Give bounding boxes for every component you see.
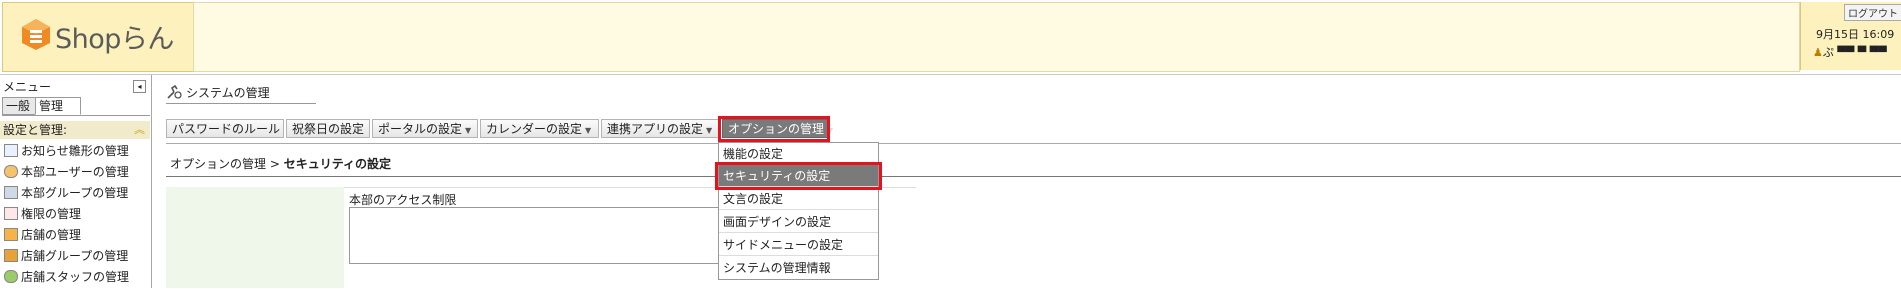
sidebar: メニュー ◂ 一般 管理 設定と管理: ︽ お知らせ雛形の管理 本部ユーザーの管…	[0, 75, 152, 288]
toolbar-divider	[166, 143, 1901, 144]
highlight-option-menu	[718, 116, 830, 142]
caret-down-icon: ▼	[465, 126, 472, 135]
access-restriction-textarea[interactable]	[349, 207, 769, 264]
menu-item-screen-design-settings[interactable]: 画面デザインの設定	[719, 211, 878, 233]
form-label-column	[166, 187, 344, 288]
password-rule-button[interactable]: パスワードのルール	[166, 119, 284, 138]
store-group-icon	[4, 249, 18, 262]
hq-user-icon	[4, 165, 18, 178]
logo-text: Shopらん	[55, 24, 174, 55]
menu-item-system-info[interactable]: システムの管理情報	[719, 257, 878, 279]
linked-app-settings-menu[interactable]: 連携アプリの設定 ▼	[601, 119, 720, 138]
user-icon: ♟	[1813, 46, 1823, 59]
store-icon	[4, 228, 18, 241]
sidebar-item-hq-group[interactable]: 本部グループの管理	[4, 185, 128, 202]
shop-logo-icon	[22, 19, 50, 50]
highlight-security-item	[715, 162, 882, 190]
sidebar-item-hq-user[interactable]: 本部ユーザーの管理	[4, 164, 129, 181]
sidebar-item-permission[interactable]: 権限の管理	[4, 206, 81, 223]
section-header-settings[interactable]: 設定と管理: ︽	[0, 121, 150, 139]
user-name-line[interactable]: ♟ぷ ▀▀ ▀ ▀▀	[1813, 44, 1887, 60]
tab-admin[interactable]: 管理	[35, 97, 81, 115]
portal-settings-menu[interactable]: ポータルの設定 ▼	[372, 119, 478, 138]
sidebar-item-store-staff[interactable]: 店舗スタッフの管理	[4, 269, 129, 286]
store-staff-icon	[4, 270, 18, 283]
permission-icon	[4, 207, 18, 220]
main-content: システムの管理 パスワードのルール 祝祭日の設定 ポータルの設定 ▼ カレンダーの…	[152, 75, 1901, 288]
caret-down-icon: ▼	[706, 126, 713, 135]
holiday-settings-button[interactable]: 祝祭日の設定	[286, 119, 370, 138]
header-banner	[193, 2, 1800, 72]
access-restriction-label: 本部のアクセス制限	[349, 193, 457, 207]
chevron-up-icon[interactable]: ︽	[134, 121, 145, 139]
sidebar-item-notice-template[interactable]: お知らせ雛形の管理	[4, 143, 129, 160]
user-name: ぷ ▀▀ ▀ ▀▀	[1822, 46, 1887, 59]
tab-divider	[2, 115, 150, 116]
title-divider	[166, 103, 316, 104]
notice-template-icon	[4, 144, 18, 157]
logo[interactable]: Shopらん	[2, 2, 194, 72]
app-header: Shopらん ログアウト 9月15日 16:09 ♟ぷ ▀▀ ▀ ▀▀	[0, 0, 1901, 74]
tab-general[interactable]: 一般	[2, 97, 38, 115]
breadcrumb-separator: >	[269, 157, 280, 171]
system-settings-icon	[167, 84, 182, 99]
menu-item-side-menu-settings[interactable]: サイドメニューの設定	[719, 234, 878, 256]
logout-button[interactable]: ログアウト	[1844, 4, 1901, 21]
menu-item-wording-settings[interactable]: 文言の設定	[719, 188, 878, 210]
breadcrumb: オプションの管理 > セキュリティの設定	[170, 155, 391, 172]
caret-down-icon: ▼	[585, 126, 592, 135]
hq-group-icon	[4, 186, 18, 199]
collapse-sidebar-icon[interactable]: ◂	[133, 80, 146, 93]
breadcrumb-current: セキュリティの設定	[283, 157, 392, 171]
sidebar-item-store-group[interactable]: 店舗グループの管理	[4, 248, 128, 265]
sidebar-item-store[interactable]: 店舗の管理	[4, 227, 81, 244]
breadcrumb-divider	[166, 176, 1901, 177]
menu-title: メニュー	[3, 80, 52, 94]
page-title: システムの管理	[186, 86, 270, 100]
section-title: 設定と管理:	[3, 123, 68, 137]
user-info: ログアウト 9月15日 16:09 ♟ぷ ▀▀ ▀ ▀▀	[1800, 2, 1901, 70]
breadcrumb-parent[interactable]: オプションの管理	[170, 157, 266, 171]
calendar-settings-menu[interactable]: カレンダーの設定 ▼	[480, 119, 599, 138]
current-datetime: 9月15日 16:09	[1816, 28, 1895, 41]
